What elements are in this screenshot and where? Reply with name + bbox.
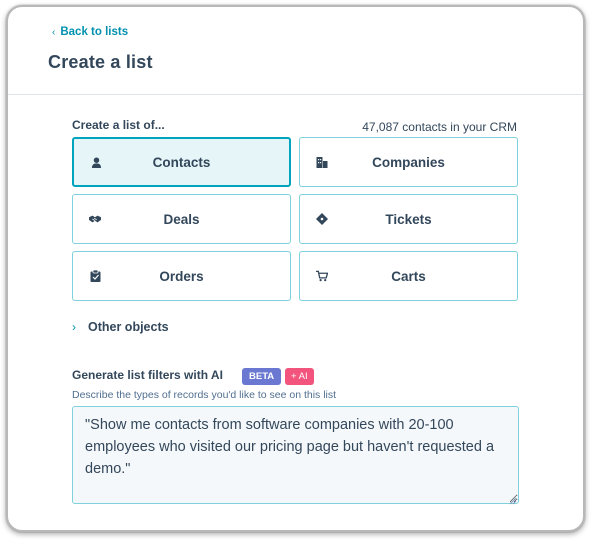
chevron-left-icon: ‹	[52, 26, 56, 38]
tile-tickets[interactable]: Tickets	[299, 194, 518, 244]
object-picker-label: Create a list of...	[72, 118, 165, 132]
handshake-icon	[89, 213, 101, 225]
tile-label: Deals	[163, 211, 200, 227]
tile-carts[interactable]: Carts	[299, 251, 518, 301]
tile-deals[interactable]: Deals	[72, 194, 291, 244]
tile-contacts[interactable]: Contacts	[72, 137, 291, 187]
ai-filters-description: Describe the types of records you'd like…	[72, 389, 337, 401]
create-list-panel: ‹ Back to lists Create a list Create a l…	[6, 5, 585, 532]
tile-label: Carts	[391, 268, 426, 284]
tile-companies[interactable]: Companies	[299, 137, 518, 187]
ai-prompt-textarea[interactable]: "Show me contacts from software companie…	[72, 406, 519, 504]
clipboard-icon	[89, 270, 101, 282]
resize-handle-icon[interactable]	[508, 492, 517, 505]
back-link-label: Back to lists	[60, 26, 129, 38]
other-objects-toggle[interactable]: › Other objects	[72, 320, 169, 334]
chevron-right-icon: ›	[72, 320, 76, 334]
back-to-lists-link[interactable]: ‹ Back to lists	[52, 26, 128, 38]
page-title: Create a list	[48, 52, 153, 72]
cart-icon	[316, 270, 328, 282]
ai-filters-title: Generate list filters with AI	[72, 368, 223, 382]
page-header: ‹ Back to lists Create a list	[8, 7, 583, 95]
building-icon	[316, 156, 328, 168]
ticket-icon	[316, 213, 328, 225]
tile-label: Contacts	[152, 154, 211, 170]
tile-label: Companies	[372, 154, 445, 170]
other-objects-label: Other objects	[88, 320, 169, 334]
tile-label: Tickets	[385, 211, 432, 227]
person-icon	[90, 156, 102, 168]
ai-badge: + AI	[285, 368, 314, 385]
crm-count: 47,087 contacts in your CRM	[362, 120, 517, 134]
tile-label: Orders	[159, 268, 204, 284]
beta-badge: BETA	[242, 368, 282, 385]
tile-orders[interactable]: Orders	[72, 251, 291, 301]
